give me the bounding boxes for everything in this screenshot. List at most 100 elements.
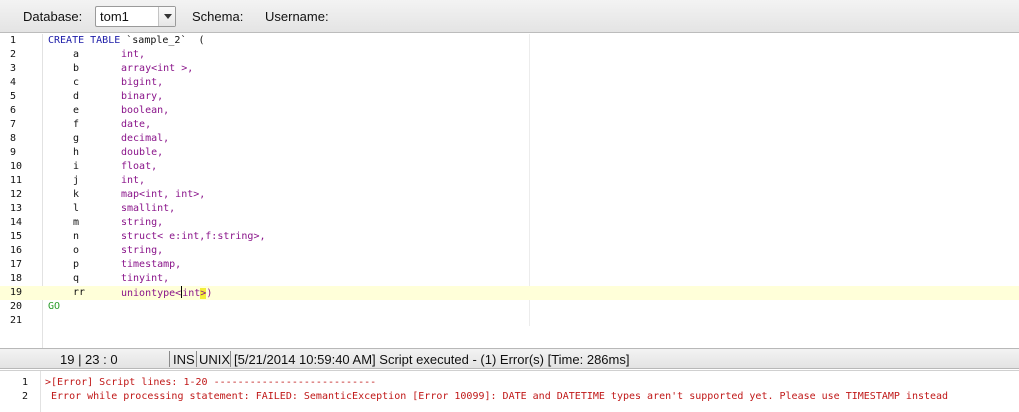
line-number: 10: [10, 161, 23, 172]
column-name: j: [73, 175, 80, 186]
column-name: h: [73, 147, 80, 158]
column-type: date,: [121, 119, 152, 130]
line-number: 2: [10, 49, 17, 60]
code-line[interactable]: 4 c bigint,: [0, 76, 1019, 90]
error-header: >[Error] Script lines: 1-20 ------------…: [45, 377, 377, 388]
code-line[interactable]: 3 b array<int >,: [0, 62, 1019, 76]
sql-editor[interactable]: 1 CREATE TABLE `sample_2` ( 2 a int, 3 b…: [0, 34, 1019, 348]
sql-keyword: CREATE TABLE: [48, 35, 121, 46]
line-number: 7: [10, 119, 17, 130]
code-line[interactable]: 10 i float,: [0, 160, 1019, 174]
toolbar: Database: tom1 Schema: Username:: [0, 0, 1019, 33]
code-line[interactable]: 7 f date,: [0, 118, 1019, 132]
code-line[interactable]: 1 CREATE TABLE `sample_2` (: [0, 34, 1019, 48]
line-ending: UNIX: [199, 352, 231, 367]
column-type: smallint,: [121, 203, 176, 214]
database-select[interactable]: tom1: [95, 6, 176, 27]
line-number: 16: [10, 245, 23, 256]
column-type: string,: [121, 245, 164, 256]
column-type: tinyint,: [121, 273, 170, 284]
code-line[interactable]: 16 o string,: [0, 244, 1019, 258]
line-number: 6: [10, 105, 17, 116]
column-type: boolean,: [121, 105, 170, 116]
column-type: double,: [121, 147, 164, 158]
code-line[interactable]: 20 GO: [0, 300, 1019, 314]
line-number: 21: [10, 315, 23, 326]
code-line[interactable]: 5 d binary,: [0, 90, 1019, 104]
username-label: Username:: [265, 9, 329, 24]
line-number: 12: [10, 189, 23, 200]
status-message: [5/21/2014 10:59:40 AM] Script executed …: [234, 352, 630, 367]
message-line[interactable]: 1 >[Error] Script lines: 1-20 ----------…: [0, 376, 1019, 390]
line-number: 8: [10, 133, 17, 144]
line-number: 11: [10, 175, 23, 186]
line-number: 1: [22, 377, 29, 388]
line-number: 20: [10, 301, 23, 312]
type-text: int: [182, 288, 201, 299]
code-line[interactable]: 6 e boolean,: [0, 104, 1019, 118]
line-number: 15: [10, 231, 23, 242]
table-name: `sample_2` (: [120, 35, 205, 46]
column-name: d: [73, 91, 80, 102]
status-bar: 19 | 23 : 0 INS UNIX [5/21/2014 10:59:40…: [0, 348, 1019, 369]
column-type: struct< e:int,f:string>,: [121, 231, 266, 242]
line-number: 3: [10, 63, 17, 74]
status-divider: [196, 351, 197, 367]
column-name: n: [73, 231, 80, 242]
type-text: uniontype<: [121, 288, 182, 299]
code-line[interactable]: 14 m string,: [0, 216, 1019, 230]
current-code-line[interactable]: 19 rr uniontype<int>): [0, 286, 1019, 300]
chevron-down-icon[interactable]: [158, 7, 175, 26]
code-line[interactable]: 9 h double,: [0, 146, 1019, 160]
column-type: string,: [121, 217, 164, 228]
code-line[interactable]: 21: [0, 314, 1019, 328]
code-line[interactable]: 2 a int,: [0, 48, 1019, 62]
line-number: 17: [10, 259, 23, 270]
insert-mode: INS: [173, 352, 195, 367]
line-number: 13: [10, 203, 23, 214]
line-number: 14: [10, 217, 23, 228]
column-type: bigint,: [121, 77, 164, 88]
column-name: q: [73, 273, 80, 284]
line-number: 4: [10, 77, 17, 88]
column-type: map<int, int>,: [121, 189, 206, 200]
schema-label: Schema:: [192, 9, 244, 24]
column-name: g: [73, 133, 80, 144]
message-line[interactable]: 2 Error while processing statement: FAIL…: [0, 390, 1019, 404]
code-line[interactable]: 17 p timestamp,: [0, 258, 1019, 272]
status-divider: [169, 351, 170, 367]
column-type: int,: [121, 175, 146, 186]
cursor-position: 19 | 23 : 0: [60, 352, 118, 367]
column-name: e: [73, 105, 80, 116]
code-text: CREATE TABLE `sample_2` (: [48, 34, 205, 48]
column-type: binary,: [121, 91, 164, 102]
column-name: rr: [73, 287, 86, 298]
code-line[interactable]: 8 g decimal,: [0, 132, 1019, 146]
column-type: decimal,: [121, 133, 170, 144]
column-type: int,: [121, 49, 146, 60]
code-line[interactable]: 15 n struct< e:int,f:string>,: [0, 230, 1019, 244]
code-line[interactable]: 12 k map<int, int>,: [0, 188, 1019, 202]
go-keyword: GO: [48, 301, 61, 312]
code-line[interactable]: 18 q tinyint,: [0, 272, 1019, 286]
database-value: tom1: [100, 9, 129, 24]
messages-panel[interactable]: 1 >[Error] Script lines: 1-20 ----------…: [0, 370, 1019, 412]
code-line[interactable]: 11 j int,: [0, 174, 1019, 188]
line-number: 5: [10, 91, 17, 102]
error-message: Error while processing statement: FAILED…: [45, 391, 949, 402]
line-number: 18: [10, 273, 23, 284]
column-name: k: [73, 189, 80, 200]
column-type: uniontype<int>): [121, 286, 212, 301]
column-name: p: [73, 259, 80, 270]
column-type: timestamp,: [121, 259, 182, 270]
database-label: Database:: [23, 9, 83, 24]
column-name: m: [73, 217, 80, 228]
line-number: 2: [22, 391, 29, 402]
column-name: l: [73, 203, 80, 214]
column-type: float,: [121, 161, 158, 172]
line-number: 19: [10, 287, 23, 298]
code-line[interactable]: 13 l smallint,: [0, 202, 1019, 216]
column-name: a: [73, 49, 80, 60]
column-name: c: [73, 77, 80, 88]
column-name: b: [73, 63, 80, 74]
